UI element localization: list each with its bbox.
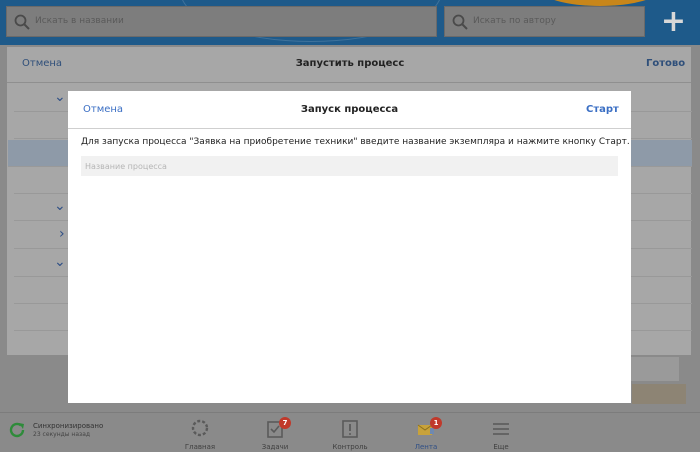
home-icon — [191, 419, 209, 437]
background-field — [625, 356, 680, 382]
chevron-right-icon: › — [59, 226, 65, 242]
tab-home[interactable]: Главная — [170, 413, 230, 451]
dialog-start-button[interactable]: Старт — [586, 104, 619, 115]
tab-control[interactable]: Контроль — [320, 413, 380, 451]
top-bar: Искать в названии Искать по автору + — [0, 0, 700, 45]
sheet-title: Запустить процесс — [295, 58, 405, 69]
sheet-done-button[interactable]: Готово — [646, 58, 685, 69]
menu-icon — [493, 423, 509, 435]
tab-label: Главная — [184, 443, 216, 451]
sync-status-title: Синхронизировано — [33, 422, 104, 430]
tab-tasks[interactable]: 7 Задачи — [245, 413, 305, 451]
tab-label: Еще — [493, 443, 509, 451]
dialog-description: Для запуска процесса "Заявка на приобрет… — [81, 137, 630, 147]
search-icon — [452, 14, 468, 30]
tab-feed[interactable]: 1 Лента — [396, 413, 456, 451]
chevron-down-icon: ⌄ — [54, 89, 66, 105]
search-title-field[interactable]: Искать в названии — [6, 6, 437, 37]
control-icon — [342, 420, 358, 438]
add-button[interactable]: + — [651, 3, 696, 41]
dialog-title: Запуск процесса — [300, 104, 399, 115]
tab-label: Контроль — [332, 443, 368, 451]
search-title-placeholder: Искать в названии — [35, 16, 124, 26]
tab-label: Задачи — [261, 443, 289, 451]
search-author-placeholder: Искать по автору — [473, 16, 556, 26]
feed-badge: 1 — [430, 417, 442, 429]
search-author-field[interactable]: Искать по автору — [444, 6, 645, 37]
plus-icon: + — [660, 4, 687, 39]
process-name-input[interactable] — [81, 156, 618, 176]
chevron-down-icon: ⌄ — [54, 254, 66, 270]
background-strip — [632, 384, 686, 404]
chevron-down-icon: ⌄ — [54, 198, 66, 214]
sync-status-time: 23 секунды назад — [33, 431, 91, 438]
tab-label: Лента — [414, 443, 438, 451]
tab-more[interactable]: Еще — [471, 413, 531, 451]
sync-icon — [9, 422, 25, 438]
search-icon — [14, 14, 30, 30]
tasks-badge: 7 — [279, 417, 291, 429]
